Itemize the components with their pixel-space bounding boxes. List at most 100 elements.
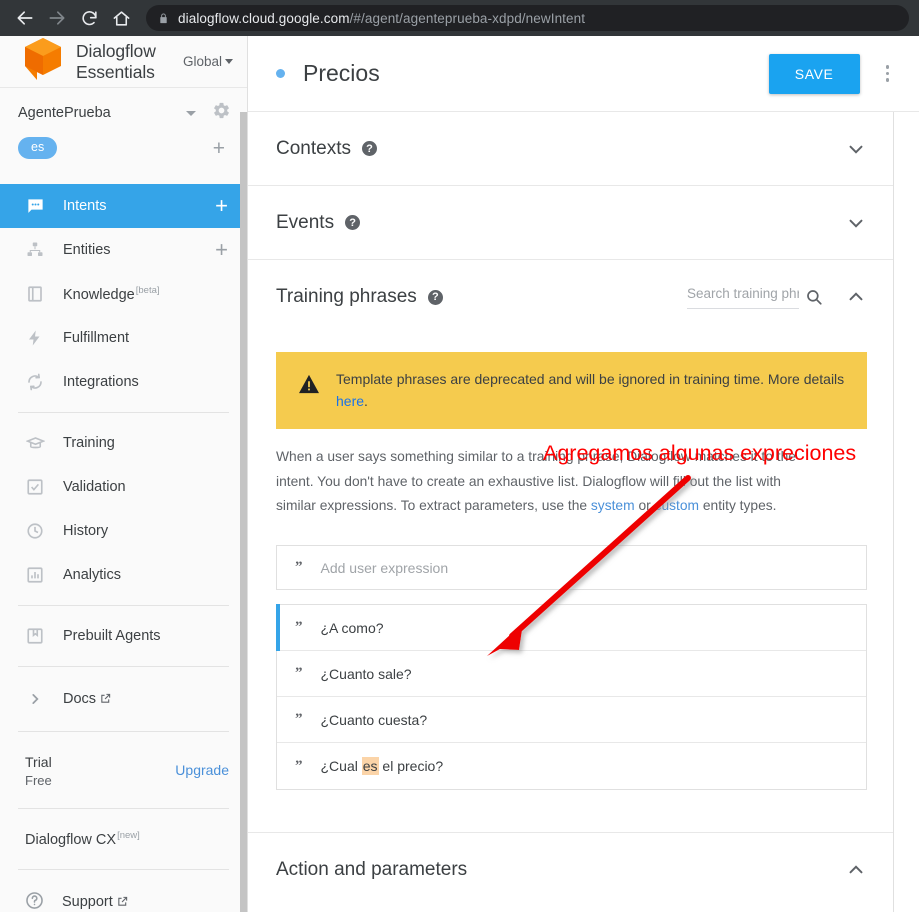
sidebar-item-history[interactable]: History <box>0 509 247 553</box>
support-question-icon <box>25 891 44 912</box>
training-phrase-row[interactable]: ” ¿Cuanto cuesta? <box>277 697 866 744</box>
brand-line-2: Essentials <box>76 61 155 82</box>
system-entity-link[interactable]: system <box>591 498 635 513</box>
address-bar[interactable]: dialogflow.cloud.google.com/#/agent/agen… <box>146 5 909 31</box>
warning-triangle-icon <box>298 374 320 399</box>
training-phrase-text: ¿A como? <box>320 619 384 636</box>
validation-check-icon <box>25 478 45 496</box>
sidebar-item-knowledge[interactable]: Knowledge[beta] <box>0 272 247 316</box>
chevron-down-icon[interactable] <box>845 212 867 234</box>
app-shell: Dialogflow Essentials Global AgentePrueb… <box>0 36 919 912</box>
upgrade-link[interactable]: Upgrade <box>175 762 229 778</box>
brand-header: Dialogflow Essentials Global <box>0 36 247 88</box>
chevron-down-icon[interactable] <box>186 110 196 116</box>
training-phrase-row[interactable]: ” ¿A como? <box>276 604 866 652</box>
training-phrase-row[interactable]: ” ¿Cual es el precio? <box>277 743 866 789</box>
entities-hierarchy-icon <box>25 241 45 259</box>
sidebar-item-analytics[interactable]: Analytics <box>0 553 247 597</box>
sidebar-item-validation[interactable]: Validation <box>0 465 247 509</box>
sidebar-item-dialogflow-cx[interactable]: Dialogflow CX[new] <box>0 817 247 861</box>
sidebar-scrollbar[interactable] <box>240 112 247 912</box>
section-events[interactable]: Events ? <box>248 186 893 260</box>
training-phrases-description: When a user says something similar to a … <box>276 449 796 514</box>
page-title: Precios <box>303 60 380 86</box>
chevron-up-icon[interactable] <box>845 286 867 308</box>
sidebar-divider <box>18 808 229 809</box>
sidebar-item-docs[interactable]: Docs <box>0 675 247 723</box>
sidebar-item-label: Knowledge[beta] <box>63 285 160 303</box>
add-entity-icon[interactable]: + <box>215 239 228 261</box>
history-clock-icon <box>25 522 45 540</box>
reload-button[interactable] <box>74 3 104 33</box>
entity-highlight[interactable]: es <box>361 757 379 776</box>
sidebar-item-label: Intents <box>63 198 107 214</box>
agent-name: AgentePrueba <box>18 105 111 121</box>
home-button[interactable] <box>106 3 136 33</box>
sidebar-item-prebuilt-agents[interactable]: Prebuilt Agents <box>0 614 247 658</box>
region-selector[interactable]: Global <box>183 54 233 69</box>
forward-button[interactable] <box>42 3 72 33</box>
search-icon[interactable] <box>805 288 823 306</box>
trial-title: Trial <box>25 754 52 770</box>
main-scroll-area: Contexts ? Events ? Training phrases ? S… <box>248 112 919 912</box>
url-path: /#/agent/agenteprueba-xdpd/newIntent <box>349 10 586 26</box>
section-title: Contexts <box>276 137 351 159</box>
region-label: Global <box>182 54 222 69</box>
sidebar-item-integrations[interactable]: Integrations <box>0 360 247 404</box>
action-parameters-placeholder: Extract the action and <box>248 906 893 912</box>
agent-selector[interactable]: AgentePrueba <box>18 100 231 126</box>
sidebar-item-label: History <box>63 523 109 539</box>
sidebar-item-fulfillment[interactable]: Fulfillment <box>0 316 247 360</box>
trial-block: Trial Free Upgrade <box>0 740 247 800</box>
custom-entity-link[interactable]: custom <box>655 498 699 513</box>
search-field[interactable] <box>687 285 799 309</box>
sidebar-item-label: Training <box>63 435 115 451</box>
add-intent-icon[interactable]: + <box>215 195 228 217</box>
back-button[interactable] <box>10 3 40 33</box>
help-icon[interactable]: ? <box>345 215 361 230</box>
beta-badge: [beta] <box>135 285 160 297</box>
sidebar-item-intents[interactable]: Intents + <box>0 184 247 228</box>
external-link-icon <box>117 896 128 907</box>
sidebar-item-support[interactable]: Support <box>0 878 247 912</box>
section-title: Action and parameters <box>276 858 468 880</box>
more-vert-icon[interactable] <box>878 59 898 88</box>
dialogflow-logo-icon <box>22 36 64 87</box>
integrations-sync-icon <box>25 373 45 391</box>
chevron-down-icon[interactable] <box>845 138 867 160</box>
sidebar-divider <box>18 412 229 413</box>
chevron-up-icon[interactable] <box>845 859 867 881</box>
reload-icon <box>80 9 99 28</box>
section-contexts[interactable]: Contexts ? <box>248 112 893 186</box>
sidebar: Dialogflow Essentials Global AgentePrueb… <box>0 36 248 912</box>
new-badge: [new] <box>117 830 140 841</box>
help-icon[interactable]: ? <box>427 289 443 305</box>
sidebar-item-training[interactable]: Training <box>0 421 247 465</box>
knowledge-book-icon <box>25 285 45 303</box>
brand-name: Dialogflow Essentials <box>76 41 156 82</box>
add-user-expression-input[interactable]: ” Add user expression <box>276 545 867 591</box>
training-phrase-text: ¿Cuanto sale? <box>320 665 412 682</box>
brand-line-1: Dialogflow <box>76 41 156 62</box>
save-button[interactable]: SAVE <box>768 53 860 94</box>
sidebar-item-label: Validation <box>63 479 126 495</box>
fulfillment-bolt-icon <box>25 329 45 347</box>
sidebar-item-label: Integrations <box>63 374 139 390</box>
sidebar-item-entities[interactable]: Entities + <box>0 228 247 272</box>
url-text: dialogflow.cloud.google.com/#/agent/agen… <box>178 11 585 26</box>
search-input[interactable] <box>687 286 799 301</box>
gear-icon[interactable] <box>212 101 231 125</box>
language-chip-es[interactable]: es <box>18 137 58 159</box>
section-action-and-parameters[interactable]: Action and parameters <box>248 832 893 906</box>
training-phrase-row[interactable]: ” ¿Cuanto sale? <box>277 651 866 698</box>
main-scrollbar[interactable] <box>894 112 919 912</box>
help-icon[interactable]: ? <box>361 141 377 156</box>
quote-icon: ” <box>295 711 303 728</box>
section-title: Events <box>276 211 335 233</box>
add-language-icon[interactable]: + <box>213 138 225 159</box>
sidebar-divider <box>18 605 229 606</box>
url-host: dialogflow.cloud.google.com <box>178 10 350 26</box>
warning-here-link[interactable]: here <box>336 393 364 409</box>
section-training-phrases: Training phrases ? <box>248 260 893 334</box>
chevron-right-icon <box>25 692 45 706</box>
